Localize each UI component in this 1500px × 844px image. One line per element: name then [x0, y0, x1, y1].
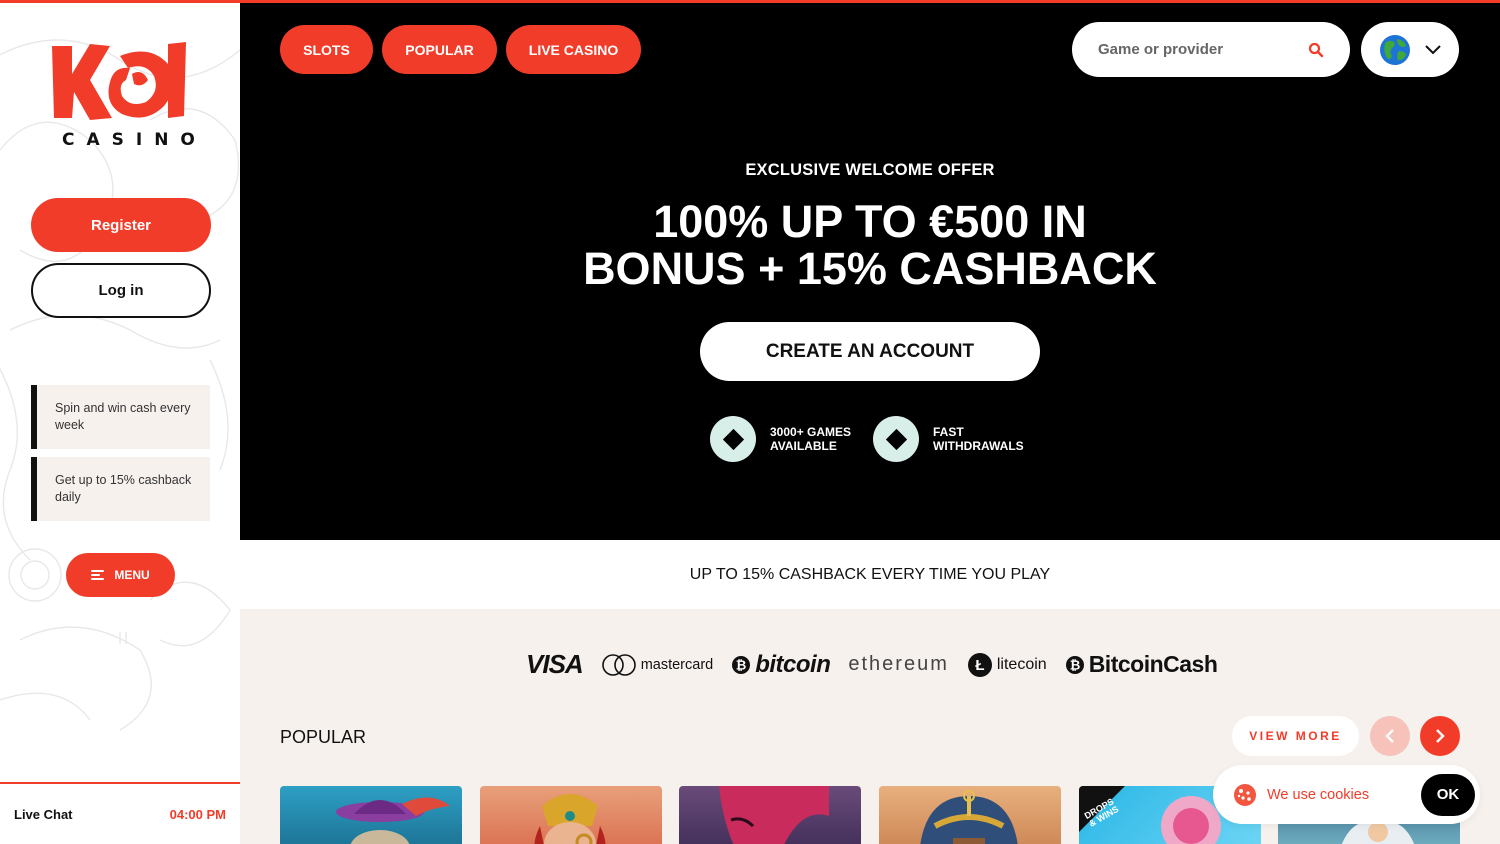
live-chat-label[interactable]: Live Chat [14, 807, 73, 822]
mastercard-icon [601, 653, 636, 676]
mastercard-logo: mastercard [601, 653, 713, 677]
hamburger-icon [91, 570, 105, 580]
hero-title-line1: 100% UP TO €500 IN [653, 196, 1087, 247]
carousel-next-button[interactable] [1420, 716, 1460, 756]
bitcoincash-icon: ₿ [1065, 655, 1084, 674]
hero-subtitle: EXCLUSIVE WELCOME OFFER [745, 161, 995, 179]
payment-methods: VISA mastercard ₿ bitcoin ethereum Ł lit… [526, 649, 1218, 680]
search-icon[interactable] [1308, 42, 1324, 58]
svg-text:₿: ₿ [736, 657, 747, 672]
promo-weekly-spin[interactable]: Spin and win cash every week [31, 385, 210, 449]
feature-withdrawals-line2: WITHDRAWALS [933, 439, 1024, 453]
svg-text:₿: ₿ [1069, 657, 1080, 672]
feature-withdrawals: FAST WITHDRAWALS [873, 416, 1024, 462]
nav-live-casino[interactable]: LIVE CASINO [506, 25, 641, 74]
feature-games: 3000+ GAMES AVAILABLE [710, 416, 851, 462]
globe-icon [1380, 34, 1410, 65]
live-chat-bar[interactable]: Live Chat 04:00 PM [0, 782, 240, 844]
svg-text:Ł: Ł [975, 657, 984, 674]
top-accent-line [0, 0, 1500, 3]
nav-slots[interactable]: SLOTS [280, 25, 373, 74]
chevron-right-icon [1436, 729, 1445, 743]
register-button[interactable]: Register [31, 198, 211, 252]
hero-banner: SLOTS POPULAR LIVE CASINO EXCLUSIVE WELC… [240, 0, 1500, 540]
language-selector[interactable] [1361, 22, 1459, 77]
cookie-ok-button[interactable]: OK [1421, 773, 1475, 816]
sidebar: CASINO Register Log in Spin and win cash… [0, 0, 240, 844]
game-thumbnail [534, 794, 606, 844]
search-box[interactable] [1072, 22, 1350, 77]
cookie-banner: We use cookies OK [1213, 765, 1480, 824]
bitcoin-logo: ₿ bitcoin [731, 651, 831, 679]
cookie-text: We use cookies [1267, 786, 1370, 803]
litecoin-logo: Ł litecoin [967, 652, 1047, 678]
diamond-icon [710, 416, 756, 462]
game-thumbnail [336, 797, 450, 844]
carousel-prev-button[interactable] [1370, 716, 1410, 756]
game-card[interactable] [879, 786, 1061, 844]
chevron-left-icon [1385, 729, 1394, 743]
koi-casino-logo[interactable]: CASINO [50, 38, 207, 153]
clock-time: 04:00 PM [169, 806, 226, 822]
menu-button[interactable]: MENU [66, 553, 175, 597]
bitcoin-icon: ₿ [732, 655, 751, 674]
nav-popular[interactable]: POPULAR [382, 25, 497, 74]
main-content: SLOTS POPULAR LIVE CASINO EXCLUSIVE WELC… [240, 0, 1500, 844]
promo-daily-cashback[interactable]: Get up to 15% cashback daily [31, 457, 210, 521]
diamond-icon [873, 416, 919, 462]
feature-withdrawals-line1: FAST [933, 425, 964, 439]
search-input[interactable] [1098, 41, 1308, 58]
popular-section-title: POPULAR [280, 727, 367, 747]
create-account-button[interactable]: CREATE AN ACCOUNT [700, 322, 1040, 381]
feature-games-line1: 3000+ GAMES [770, 425, 852, 439]
view-more-button[interactable]: VIEW MORE [1232, 716, 1359, 756]
game-card[interactable] [679, 786, 861, 844]
cookie-icon [1234, 783, 1256, 806]
game-card[interactable] [280, 786, 462, 844]
feature-games-text: 3000+ GAMES AVAILABLE [770, 425, 851, 453]
ethereum-logo: ethereum [848, 653, 949, 675]
hero-title-line2: BONUS + 15% CASHBACK [583, 243, 1157, 294]
hero-title: 100% UP TO €500 IN BONUS + 15% CASHBACK [240, 198, 1500, 292]
cashback-banner: UP TO 15% CASHBACK EVERY TIME YOU PLAY [240, 540, 1500, 609]
game-thumbnail [920, 790, 1018, 844]
litecoin-icon: Ł [967, 652, 992, 677]
game-card[interactable] [480, 786, 662, 844]
chevron-down-icon [1425, 44, 1441, 54]
game-thumbnail [719, 786, 829, 844]
login-button[interactable]: Log in [31, 263, 211, 318]
feature-games-line2: AVAILABLE [770, 439, 837, 453]
logo-casino-text: CASINO [62, 130, 207, 150]
feature-withdrawals-text: FAST WITHDRAWALS [933, 425, 1024, 453]
koi-logo-mark [52, 42, 186, 120]
bitcoincash-logo: ₿ BitcoinCash [1065, 651, 1218, 678]
menu-label: MENU [114, 568, 150, 582]
visa-logo: VISA [526, 649, 584, 679]
